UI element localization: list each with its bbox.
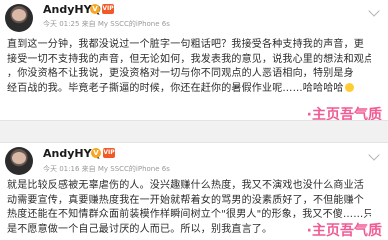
post-line: 接受一切不支持我的声音，但无论如何，我发表我的意见，说我心里的想法和观点 (7, 53, 371, 65)
post-line: 直到这一分钟，我都没说过一个脏字一句粗话吧？我接受各种支持我的声音，更 (7, 39, 364, 50)
avatar[interactable] (5, 4, 33, 32)
post-line: 就是比较反感被无辜虐伤的人。没兴趣赚什么热度，我又不演戏也没什么商业活 (7, 180, 364, 191)
avatar[interactable] (5, 147, 33, 175)
post-line: 动需要宣传，真要赚热度我在一开始就帮着女的骂男的没素质好了，不但能赚个 (7, 194, 364, 206)
chevron-down-icon[interactable] (368, 5, 380, 17)
post-line: 经百战的我。毕竟老子撕逼的时候，你还在赶你的暑假作业呢……哈哈哈哈 (7, 82, 371, 97)
post-line: ，你没资格不让我说，更没资格对一切与你不同观点的人恶语相向，特别是身 (7, 68, 354, 79)
post-meta: 今天 01:16 来自 My SSCC的iPhone 6s (43, 165, 170, 173)
vip-badge-icon: VIP (102, 4, 114, 14)
post-content: 直到这一分钟，我都没说过一个脏字一句粗话吧？我接受各种支持我的声音，更 接受一切… (7, 38, 371, 96)
post-line-text: 经百战的我。毕竟老子撕逼的时候，你还在赶你的暑假作业呢……哈哈哈哈 (7, 82, 344, 94)
chevron-down-icon[interactable] (368, 149, 380, 161)
verified-v-icon: V (90, 4, 100, 14)
verified-v-icon: V (91, 148, 101, 158)
post-meta: 今天 01:25 来自 My SSCC的iPhone 6s (43, 20, 170, 28)
feed-divider (0, 120, 388, 143)
watermark: ·主页吾气质 (306, 223, 382, 239)
weibo-post-1: AndyHYQ V VIP 今天 01:25 来自 My SSCC的iPhone… (0, 0, 388, 123)
vip-badge-icon: VIP (103, 148, 115, 158)
smiley-emoji-icon (344, 82, 354, 92)
